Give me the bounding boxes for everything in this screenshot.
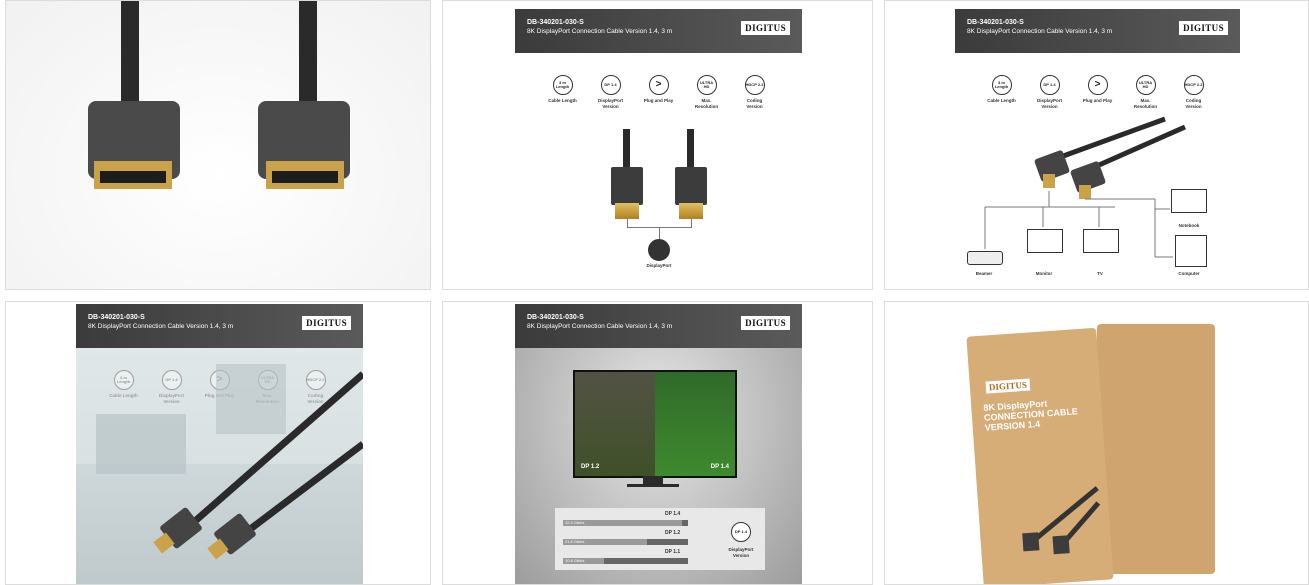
- plug-left: [615, 203, 639, 219]
- bar-value: 10.8 Gbit/s: [565, 558, 585, 563]
- product-header: DB-340201-030-S 8K DisplayPort Connectio…: [515, 9, 802, 53]
- displayport-version-icon: DP 1.4: [600, 75, 621, 95]
- product-subtitle: 8K DisplayPort Connection Cable Version …: [527, 28, 673, 35]
- dp14-label: DP 1.4: [710, 464, 729, 470]
- monitor-stand: [643, 476, 663, 484]
- device-label-tv: TV: [1097, 271, 1103, 276]
- feature-cable-length: 3 m Length Cable Length: [548, 75, 578, 109]
- product-header: DB-340201-030-S 8K DisplayPort Connectio…: [515, 304, 802, 348]
- product-card-panel-2: DB-340201-030-S 8K DisplayPort Connectio…: [515, 9, 802, 289]
- notebook-icon: [1171, 189, 1207, 213]
- connector-line: [659, 227, 660, 239]
- cable-right: [687, 129, 694, 169]
- monitor-screen-left: [575, 372, 655, 476]
- product-sku: DB-340201-030-S: [527, 19, 584, 26]
- bar-title-dp12: DP 1.2: [665, 530, 681, 536]
- device-label-beamer: Beamer: [975, 271, 993, 276]
- displayport-connector-icon: [648, 239, 670, 261]
- bar-value: 32.4 Gbit/s: [565, 520, 585, 525]
- product-subtitle: 8K DisplayPort Connection Cable Version …: [527, 323, 673, 330]
- displayport-version-icon: DP 1.4: [731, 522, 751, 542]
- feature-plug-and-play: > Plug and Play: [644, 75, 674, 109]
- device-label-notebook: Notebook: [1178, 223, 1200, 228]
- monitor-icon: [1027, 229, 1063, 253]
- feature-label: Coding Version: [746, 98, 763, 109]
- ultra-hd-icon: ULTRA HD: [696, 75, 717, 95]
- computer-icon: [1175, 235, 1207, 267]
- feature-displayport-version: DP 1.4 DisplayPort Version: [596, 75, 626, 109]
- plug-and-play-icon: >: [648, 75, 669, 95]
- gallery-image-4[interactable]: DB-340201-030-S 8K DisplayPort Connectio…: [5, 301, 431, 585]
- gallery-image-1[interactable]: [5, 0, 431, 290]
- beamer-icon: [967, 251, 1003, 265]
- package-cable-graphic: [1022, 486, 1101, 555]
- device-label-monitor: Monitor: [1035, 271, 1053, 276]
- connector-closeup-illustration: [88, 1, 350, 189]
- office-cable-scene: [76, 354, 363, 560]
- tv-icon: [1083, 229, 1119, 253]
- digitus-logo: DIGITUS: [741, 21, 790, 35]
- bandwidth-bar-dp14: 32.4 Gbit/s: [563, 520, 688, 526]
- product-card-panel-3: DB-340201-030-S 8K DisplayPort Connectio…: [955, 9, 1240, 289]
- dp12-label: DP 1.2: [581, 464, 600, 470]
- connector-left: [611, 167, 643, 205]
- bandwidth-bar-dp12: 21.6 Gbit/s: [563, 539, 688, 545]
- connector-line: [691, 219, 692, 227]
- product-card-panel-4: DB-340201-030-S 8K DisplayPort Connectio…: [76, 304, 363, 584]
- feature-label: DisplayPort Version: [597, 98, 623, 109]
- feature-label: Max. Resolution: [694, 98, 719, 109]
- monitor-comparison: DP 1.2 DP 1.4: [573, 370, 737, 478]
- bandwidth-bar-dp11: 10.8 Gbit/s: [563, 558, 688, 564]
- gallery-image-2[interactable]: DB-340201-030-S 8K DisplayPort Connectio…: [442, 0, 873, 290]
- connector-right: [675, 167, 707, 205]
- gallery-image-3[interactable]: DB-340201-030-S 8K DisplayPort Connectio…: [884, 0, 1309, 290]
- hdcp-icon: HDCP 2.2: [744, 75, 765, 95]
- displayport-label: DisplayPort: [646, 263, 672, 268]
- feature-icons-row: 3 m Length Cable Length DP 1.4 DisplayPort…: [515, 75, 802, 109]
- package-back: [1097, 324, 1215, 574]
- bar-title-dp11: DP 1.1: [665, 549, 681, 555]
- gallery-image-5[interactable]: DB-340201-030-S 8K DisplayPort Connectio…: [442, 301, 873, 585]
- cable-length-icon: 3 m Length: [552, 75, 573, 95]
- feature-resolution: ULTRA HD Max. Resolution: [692, 75, 722, 109]
- packaging-photo: DIGITUS 8K DisplayPort CONNECTION CABLE …: [885, 302, 1308, 584]
- gallery-image-6[interactable]: DIGITUS 8K DisplayPort CONNECTION CABLE …: [884, 301, 1309, 585]
- bar-title-dp14: DP 1.4: [665, 511, 681, 517]
- connector-closeup-photo: [6, 1, 430, 289]
- bandwidth-comparison: DP 1.4 32.4 Gbit/s DP 1.2 21.6 Gbit/s DP…: [555, 508, 765, 570]
- package-front: DIGITUS 8K DisplayPort CONNECTION CABLE …: [966, 327, 1114, 584]
- cable-left: [623, 129, 630, 169]
- displayport-version-badge-label: DisplayPort Version: [728, 547, 754, 558]
- monitor-base: [627, 484, 679, 487]
- product-sku: DB-340201-030-S: [527, 314, 584, 321]
- monitor-screen-right: [655, 372, 735, 476]
- feature-label: Cable Length: [548, 98, 577, 103]
- product-card-panel-5: DB-340201-030-S 8K DisplayPort Connectio…: [515, 304, 802, 584]
- bar-value: 21.6 Gbit/s: [565, 539, 585, 544]
- plug-right: [679, 203, 703, 219]
- digitus-logo: DIGITUS: [741, 316, 790, 330]
- connector-line: [627, 219, 628, 227]
- feature-label: Plug and Play: [643, 98, 674, 103]
- device-label-computer: Computer: [1178, 271, 1200, 276]
- feature-coding-version: HDCP 2.2 Coding Version: [740, 75, 770, 109]
